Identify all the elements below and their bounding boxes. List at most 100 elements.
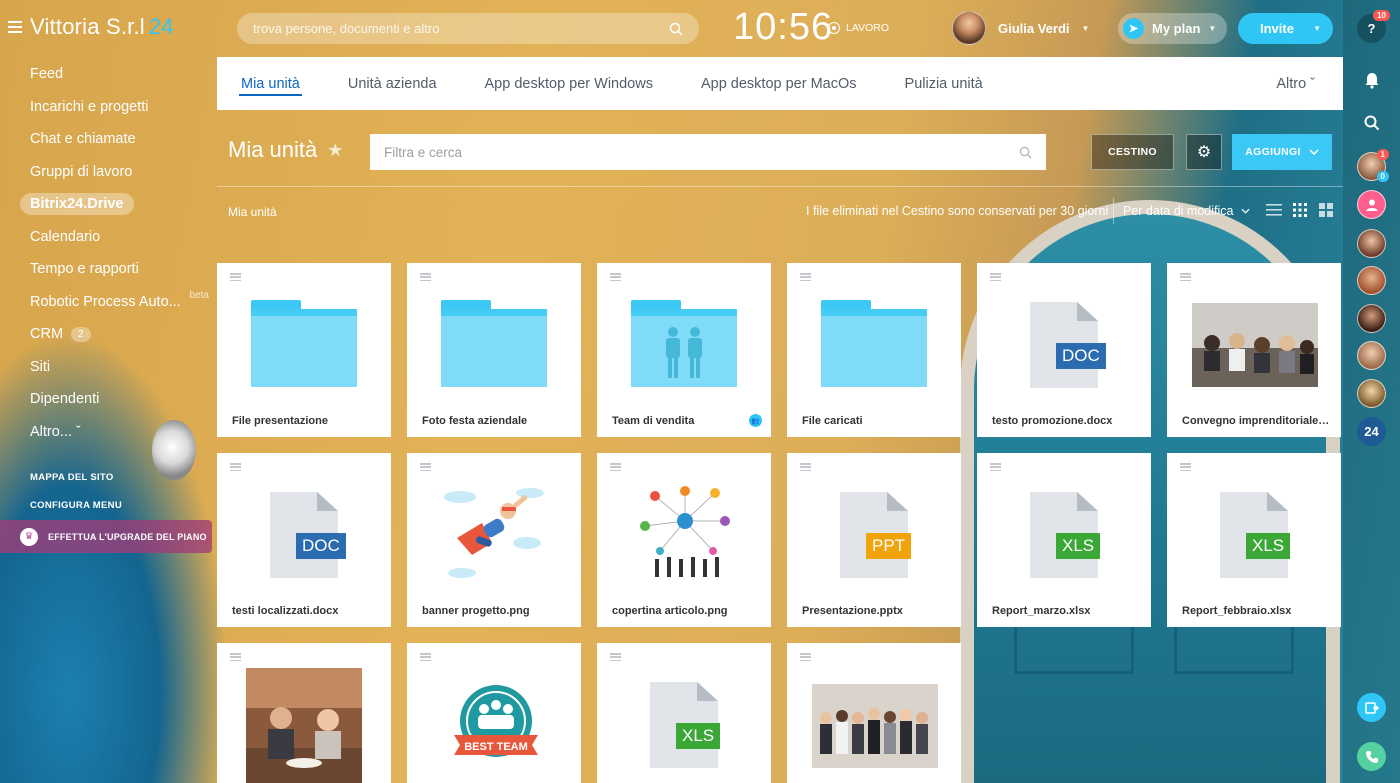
drag-handle-icon[interactable] [1180, 463, 1191, 471]
file-tile[interactable]: DOC testi localizzati.docx [217, 453, 391, 627]
search-icon[interactable] [1357, 108, 1386, 137]
sidebar-item-label: Dipendenti [30, 391, 100, 408]
file-tile[interactable]: File caricati [787, 263, 961, 437]
tab-drive-cleanup[interactable]: Pulizia unità [881, 57, 1007, 110]
file-tile[interactable]: Foto festa aziendale [407, 263, 581, 437]
file-type-badge: PPT [866, 533, 912, 559]
drag-handle-icon[interactable] [1180, 273, 1191, 281]
search-icon[interactable] [1019, 146, 1032, 159]
drag-handle-icon[interactable] [230, 273, 241, 281]
folder-icon [821, 300, 927, 387]
sort-select[interactable]: Per data di modifica [1123, 204, 1250, 218]
sidebar-item-label: Feed [30, 66, 64, 83]
file-tile[interactable]: Team di vendita 👥 [597, 263, 771, 437]
screen-share-icon[interactable] [1357, 693, 1386, 722]
sidebar-item-calendar[interactable]: Calendario [20, 221, 215, 254]
sidebar-item-more[interactable]: Altro... ˇ [20, 416, 215, 449]
tab-more[interactable]: Altro ˇ [1252, 57, 1343, 110]
file-tile[interactable]: XLS Report_marzo.xlsx [977, 453, 1151, 627]
avatar[interactable] [1357, 341, 1386, 370]
sidebar-item-label: Robotic Process Auto... [30, 293, 181, 310]
file-tile[interactable]: Convegno imprenditoriale.j... [1167, 263, 1341, 437]
help-icon[interactable]: ? 10 [1357, 10, 1390, 43]
file-tile[interactable] [787, 643, 961, 783]
drag-handle-icon[interactable] [800, 653, 811, 661]
configure-menu-link[interactable]: CONFIGURA MENU [30, 500, 122, 511]
bitrix24-icon[interactable]: 24 [1357, 417, 1386, 446]
avatar[interactable] [1357, 266, 1386, 295]
image-thumbnail [812, 684, 938, 768]
sidebar-item-rpa[interactable]: Robotic Process Auto... beta [20, 286, 215, 319]
best-team-badge: BEST TEAM [454, 685, 538, 757]
trash-retention-note: I file eliminati nel Cestino sono conser… [806, 204, 1109, 218]
tab-desktop-windows[interactable]: App desktop per Windows [461, 57, 677, 110]
drag-handle-icon[interactable] [420, 653, 431, 661]
clock[interactable]: 10:56 [733, 6, 833, 49]
avatar[interactable] [1357, 229, 1386, 258]
upgrade-plan-button[interactable]: ♛ EFFETTUA L'UPGRADE DEL PIANO [0, 520, 212, 553]
global-search-input[interactable] [253, 21, 669, 36]
sidebar-item-time-reports[interactable]: Tempo e rapporti [20, 253, 215, 286]
star-icon[interactable]: ★ [327, 140, 343, 161]
sidebar-item-label: Tempo e rapporti [30, 261, 139, 278]
file-tile[interactable]: XLS [597, 643, 771, 783]
search-icon[interactable] [669, 22, 683, 36]
my-plan-button[interactable]: ➤ My plan ▼ [1118, 13, 1227, 44]
drag-handle-icon[interactable] [610, 653, 621, 661]
sidebar-item-drive[interactable]: Bitrix24.Drive [20, 188, 215, 221]
drag-handle-icon[interactable] [230, 653, 241, 661]
drag-handle-icon[interactable] [420, 463, 431, 471]
phone-icon[interactable] [1357, 742, 1386, 771]
avatar[interactable] [1357, 304, 1386, 333]
file-tile[interactable]: copertina articolo.png [597, 453, 771, 627]
avatar[interactable] [1357, 190, 1386, 219]
sidebar-item-feed[interactable]: Feed [20, 58, 215, 91]
user-menu[interactable]: Giulia Verdi ▼ [952, 11, 1089, 45]
file-tile[interactable]: banner progetto.png [407, 453, 581, 627]
drag-handle-icon[interactable] [230, 463, 241, 471]
filter-input[interactable] [384, 144, 1019, 160]
drag-handle-icon[interactable] [800, 463, 811, 471]
sidebar-item-employees[interactable]: Dipendenti [20, 383, 215, 416]
sitemap-link[interactable]: MAPPA DEL SITO [30, 472, 114, 483]
sidebar-item-sites[interactable]: Siti [20, 351, 215, 384]
file-tile[interactable]: XLS Report_febbraio.xlsx [1167, 453, 1341, 627]
drag-handle-icon[interactable] [990, 463, 1001, 471]
sidebar-item-crm[interactable]: CRM 2 [20, 318, 215, 351]
tab-desktop-macos[interactable]: App desktop per MacOs [677, 57, 881, 110]
avatar[interactable]: 1 0 [1357, 149, 1389, 182]
list-view-icon[interactable] [1266, 203, 1282, 217]
breadcrumb[interactable]: Mia unità [228, 205, 277, 219]
brand-name[interactable]: Vittoria S.r.l [30, 14, 145, 39]
sidebar-item-chat[interactable]: Chat e chiamate [20, 123, 215, 156]
folder-icon [251, 300, 357, 387]
drag-handle-icon[interactable] [990, 273, 1001, 281]
file-tile[interactable]: File presentazione [217, 263, 391, 437]
sidebar-item-workgroups[interactable]: Gruppi di lavoro [20, 156, 215, 189]
avatar[interactable] [1357, 379, 1386, 408]
tab-my-drive[interactable]: Mia unità [217, 57, 324, 110]
work-status-label: LAVORO [846, 22, 889, 34]
drag-handle-icon[interactable] [420, 273, 431, 281]
drag-handle-icon[interactable] [800, 273, 811, 281]
file-tile[interactable]: DOC testo promozione.docx [977, 263, 1151, 437]
gear-icon[interactable]: ⚙ [1186, 134, 1222, 170]
tab-company-drive[interactable]: Unità azienda [324, 57, 461, 110]
work-status[interactable]: LAVORO [828, 22, 889, 34]
file-tile[interactable] [217, 643, 391, 783]
bell-icon[interactable] [1357, 66, 1386, 95]
invite-button[interactable]: Invite ▼ [1238, 13, 1333, 44]
large-grid-view-icon[interactable] [1318, 203, 1334, 217]
add-button[interactable]: AGGIUNGI [1232, 134, 1332, 170]
file-tile[interactable]: BEST TEAM [407, 643, 581, 783]
drag-handle-icon[interactable] [610, 463, 621, 471]
sidebar-item-tasks[interactable]: Incarichi e progetti [20, 91, 215, 124]
drag-handle-icon[interactable] [610, 273, 621, 281]
file-tile[interactable]: PPT Presentazione.pptx [787, 453, 961, 627]
sidebar-item-label: Siti [30, 358, 51, 375]
hamburger-icon[interactable] [8, 21, 22, 33]
small-grid-view-icon[interactable] [1292, 203, 1308, 217]
badge-text: BEST TEAM [464, 741, 528, 753]
chat-badge-secondary: 0 [1376, 171, 1389, 182]
trash-button[interactable]: CESTINO [1091, 134, 1174, 170]
